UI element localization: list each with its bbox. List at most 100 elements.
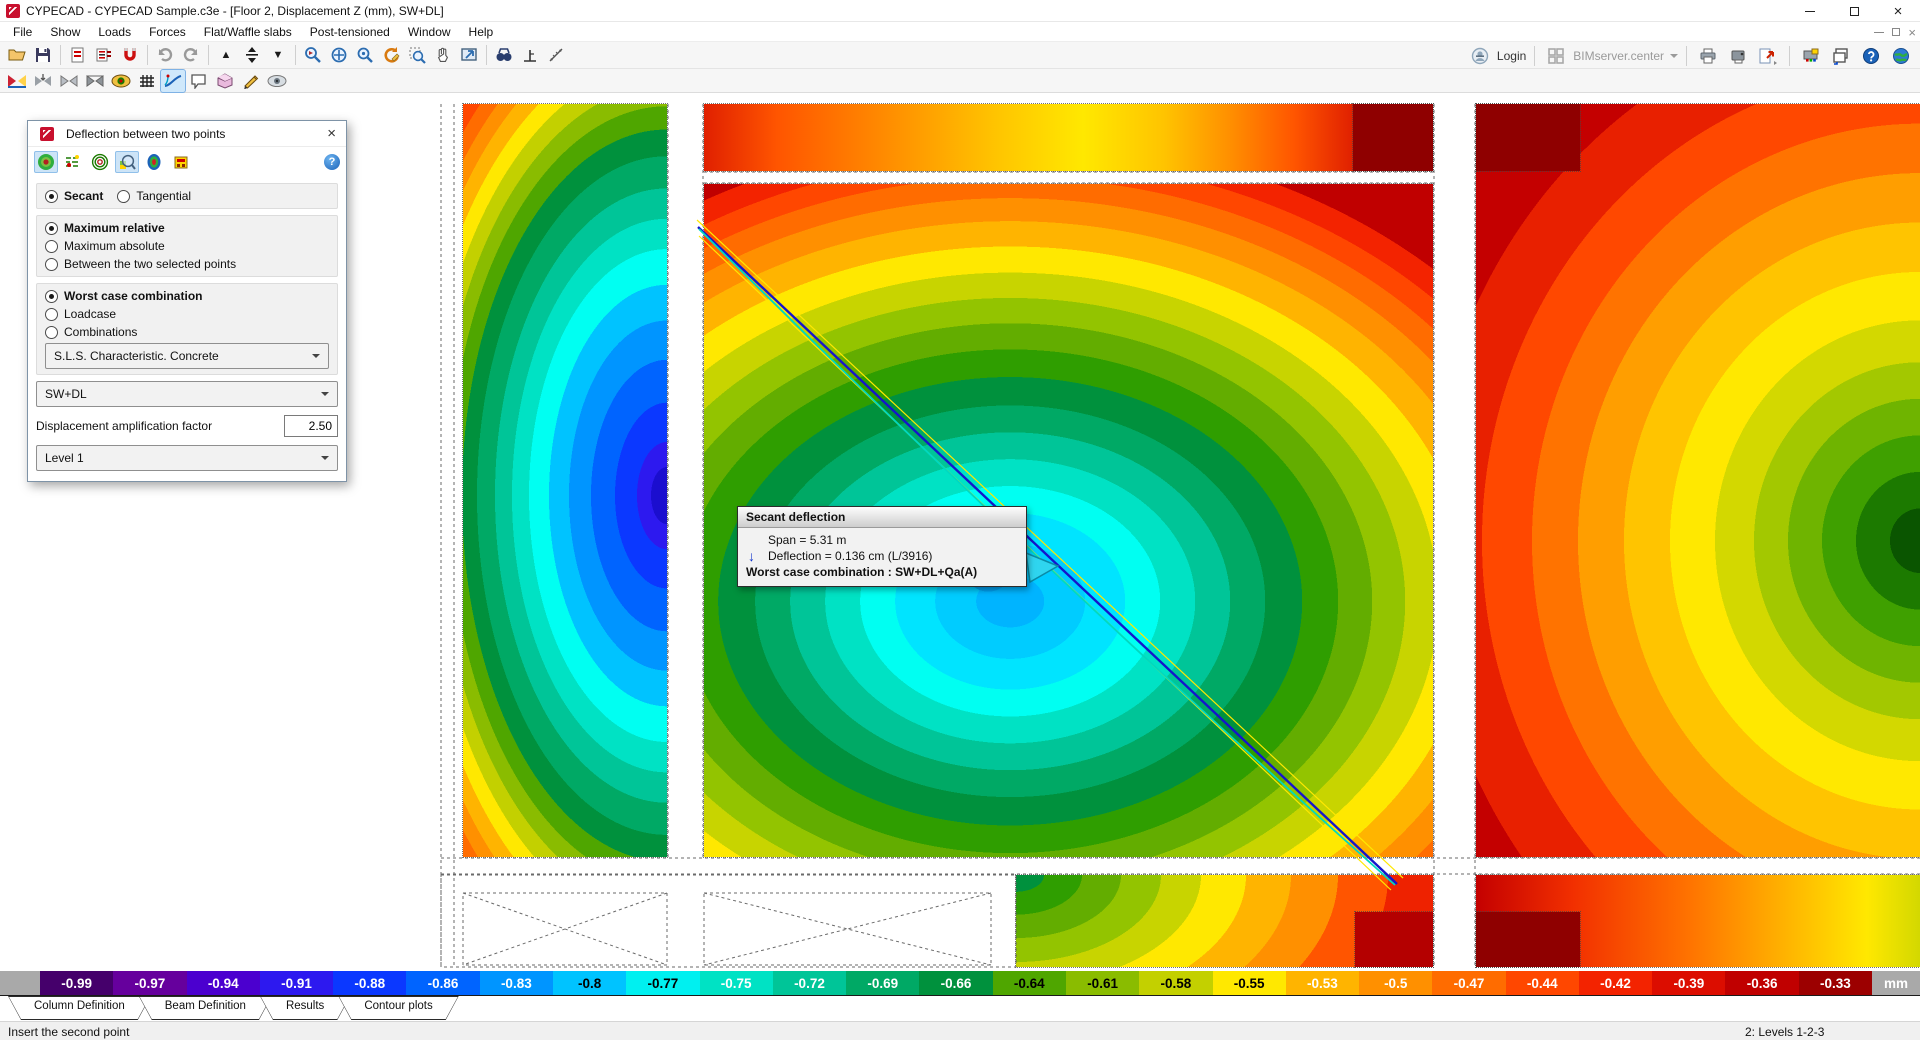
maximize-button[interactable] [1832, 0, 1876, 22]
tooltip-worst-row: Worst case combination : SW+DL+Qa(A) [746, 565, 978, 579]
pan-hand-icon[interactable] [430, 43, 456, 67]
login-user-icon[interactable] [1467, 44, 1493, 68]
save-icon[interactable] [30, 43, 56, 67]
chevron-down-icon [321, 456, 329, 460]
print-icon[interactable] [1695, 44, 1721, 68]
login-label[interactable]: Login [1497, 49, 1526, 63]
view-eye-icon[interactable] [264, 69, 290, 93]
help-icon[interactable] [1858, 44, 1884, 68]
sketch-pencil-icon[interactable] [238, 69, 264, 93]
menu-item-help[interactable]: Help [460, 23, 503, 41]
scale-segment: -0.97 [113, 971, 187, 995]
combination-select[interactable]: S.L.S. Characteristic. Concrete [45, 343, 329, 369]
scale-segment: -0.91 [259, 971, 334, 995]
text-annotation-icon[interactable] [186, 69, 212, 93]
dialog-help-icon[interactable]: ? [324, 154, 340, 170]
child-close-icon[interactable]: × [1908, 26, 1916, 39]
menu-item-flat-waffle-slabs[interactable]: Flat/Waffle slabs [195, 23, 301, 41]
redraw-icon[interactable] [378, 43, 404, 67]
column-block [1475, 911, 1581, 968]
configuration-icon[interactable] [1798, 44, 1824, 68]
menu-item-file[interactable]: File [4, 23, 41, 41]
child-restore-icon[interactable] [1892, 28, 1901, 36]
redo-icon[interactable] [178, 43, 204, 67]
measure-icon[interactable] [543, 43, 569, 67]
export-report-icon[interactable] [1755, 44, 1781, 68]
contour-rings-icon[interactable] [34, 151, 58, 173]
import-dxf-icon[interactable] [65, 43, 91, 67]
menu-item-window[interactable]: Window [399, 23, 460, 41]
open-file-icon[interactable] [4, 43, 30, 67]
waffle-grid-icon[interactable] [134, 69, 160, 93]
radio-tangential[interactable]: Tangential [117, 189, 191, 203]
color-scale-icon[interactable] [142, 151, 166, 173]
radio-maximum-relative[interactable]: Maximum relative [45, 221, 329, 235]
zoom-x2-icon[interactable] [352, 43, 378, 67]
object-snap-magnet-icon[interactable] [117, 43, 143, 67]
tab-results[interactable]: Results [260, 996, 350, 1020]
level-select-icon[interactable] [239, 43, 265, 67]
beam-gray-2-icon[interactable] [56, 69, 82, 93]
close-button[interactable]: × [1876, 0, 1920, 22]
deflection-tool-icon[interactable] [160, 68, 186, 93]
factor-label: Displacement amplification factor [36, 419, 213, 433]
factor-input[interactable] [284, 415, 338, 437]
3d-view-icon[interactable] [212, 69, 238, 93]
plot-drawing-icon[interactable] [1725, 44, 1751, 68]
toolbar-separator [60, 45, 61, 65]
level-down-icon[interactable]: ▼ [265, 43, 291, 67]
display-options-icon[interactable] [108, 69, 134, 93]
child-minimize-icon[interactable] [1874, 31, 1885, 33]
radio-unselected-icon [45, 239, 58, 253]
zoom-window-icon[interactable] [404, 43, 430, 67]
undo-icon[interactable] [152, 43, 178, 67]
contour-top-strip [703, 103, 1434, 172]
radio-unselected-icon [117, 189, 131, 203]
toolbar-separator [1534, 45, 1536, 66]
search-binoculars-icon[interactable] [491, 43, 517, 67]
radio-secant[interactable]: Secant [45, 189, 103, 203]
radio-selected-icon [45, 189, 58, 203]
dxf-layers-icon[interactable] [91, 43, 117, 67]
deflection-dialog: Deflection between two points × ? Secant… [27, 120, 347, 482]
isoline-rings-icon[interactable] [88, 151, 112, 173]
menu-item-show[interactable]: Show [41, 23, 89, 41]
web-globe-icon[interactable] [1888, 44, 1914, 68]
scale-segment: -0.72 [772, 971, 847, 995]
dialog-close-icon[interactable]: × [323, 126, 340, 141]
beam-gray-arrow-icon[interactable] [30, 69, 56, 93]
radio-loadcase[interactable]: Loadcase [45, 307, 329, 321]
level-select[interactable]: Level 1 [36, 445, 338, 471]
radio-worst-case-combination[interactable]: Worst case combination [45, 289, 329, 303]
bimserver-label[interactable]: BIMserver.center [1573, 49, 1664, 63]
dialog-toolbar: ? [28, 147, 346, 177]
beam-gray-3-icon[interactable] [82, 69, 108, 93]
menu-item-loads[interactable]: Loads [89, 23, 140, 41]
scale-segment: -0.5 [1359, 971, 1433, 995]
level-up-icon[interactable]: ▲ [213, 43, 239, 67]
menu-item-post-tensioned[interactable]: Post-tensioned [301, 23, 399, 41]
column-block [1354, 911, 1434, 968]
zoom-previous-icon[interactable] [300, 43, 326, 67]
radio-between-two-points[interactable]: Between the two selected points [45, 257, 329, 271]
scale-unit-label: mm [1872, 971, 1920, 995]
zoom-all-icon[interactable] [326, 43, 352, 67]
radio-maximum-absolute[interactable]: Maximum absolute [45, 239, 329, 253]
loadcase-select[interactable]: SW+DL [36, 381, 338, 407]
tab-beam-definition[interactable]: Beam Definition [139, 996, 272, 1020]
tab-contour-plots[interactable]: Contour plots [338, 996, 458, 1020]
section-views-icon[interactable] [169, 151, 193, 173]
full-window-icon[interactable] [456, 43, 482, 67]
orthogonal-mode-icon[interactable] [517, 43, 543, 67]
chevron-down-icon[interactable] [1670, 53, 1678, 58]
dialog-title-bar[interactable]: Deflection between two points × [28, 121, 346, 147]
group-deflection-type: Secant Tangential [36, 183, 338, 209]
isovalue-labels-icon[interactable] [61, 151, 85, 173]
query-point-icon[interactable] [115, 151, 139, 173]
minimize-button[interactable] [1788, 0, 1832, 22]
menu-item-forces[interactable]: Forces [140, 23, 195, 41]
radio-combinations[interactable]: Combinations [45, 325, 329, 339]
tab-column-definition[interactable]: Column Definition [8, 996, 151, 1020]
beam-colored-icon[interactable] [4, 69, 30, 93]
window-switch-icon[interactable] [1828, 44, 1854, 68]
